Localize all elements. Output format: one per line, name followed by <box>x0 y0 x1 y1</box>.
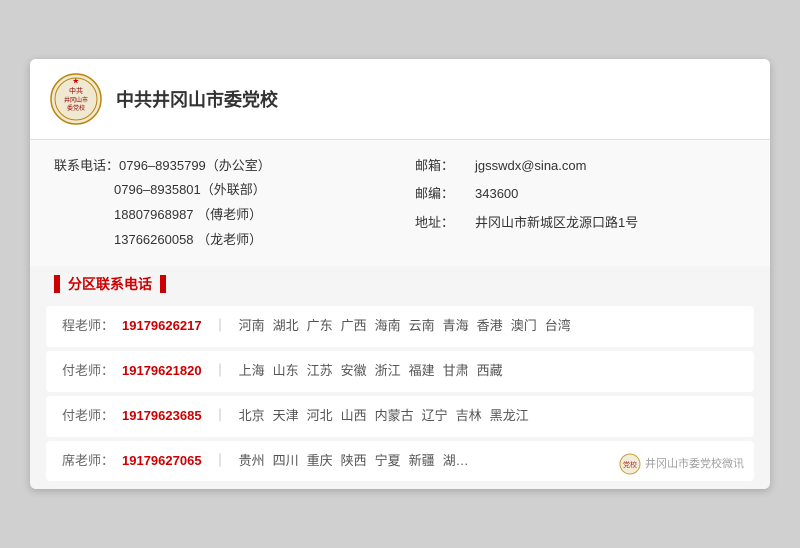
email-label: 邮箱： <box>415 154 475 179</box>
svg-text:井冈山市: 井冈山市 <box>64 96 88 104</box>
main-card: 中共 井冈山市 委党校 中共井冈山市委党校 联系电话： 0796–8935799… <box>30 59 770 490</box>
phone-value-3: 18807968987 （傅老师） <box>114 207 262 222</box>
divider-section: 分区联系电话 <box>30 266 770 302</box>
region-row-2: 付老师： 19179623685 ｜ 北京 天津 河北 山西 内蒙古 辽宁 吉林… <box>46 396 754 437</box>
divider-text: 分区联系电话 <box>68 274 152 294</box>
divider-bar-right <box>160 275 166 293</box>
contact-left: 联系电话： 0796–8935799（办公室） 0796–8935801（外联部… <box>54 154 385 253</box>
teacher-phone-3: 19179627065 <box>122 451 202 472</box>
phone-value-1: 0796–8935799（办公室） <box>119 154 271 179</box>
address-row: 地址： 井冈山市新城区龙源口路1号 <box>415 211 746 236</box>
separator-1: ｜ <box>214 361 227 382</box>
regions-3: 贵州 四川 重庆 陕西 宁夏 新疆 湖… <box>239 451 469 472</box>
teacher-phone-1: 19179621820 <box>122 361 202 382</box>
teacher-phone-0: 19179626217 <box>122 316 202 337</box>
separator-2: ｜ <box>214 406 227 427</box>
teacher-name-2: 付老师： <box>62 406 114 427</box>
separator-0: ｜ <box>214 316 227 337</box>
svg-text:委党校: 委党校 <box>67 104 85 112</box>
phone-value-4: 13766260058 （龙老师） <box>114 232 262 247</box>
phone-value-2: 0796–8935801（外联部） <box>114 182 266 197</box>
phone-row-2: 0796–8935801（外联部） <box>54 178 385 203</box>
region-row-1: 付老师： 19179621820 ｜ 上海 山东 江苏 安徽 浙江 福建 甘肃 … <box>46 351 754 392</box>
regions-1: 上海 山东 江苏 安徽 浙江 福建 甘肃 西藏 <box>239 361 503 382</box>
contact-right: 邮箱： jgsswdx@sina.com 邮编： 343600 地址： 井冈山市… <box>415 154 746 253</box>
watermark-text: 井冈山市委党校微讯 <box>645 456 744 474</box>
region-row-0: 程老师： 19179626217 ｜ 河南 湖北 广东 广西 海南 云南 青海 … <box>46 306 754 347</box>
teacher-phone-2: 19179623685 <box>122 406 202 427</box>
phone-label: 联系电话： <box>54 154 119 179</box>
postcode-row: 邮编： 343600 <box>415 182 746 207</box>
postcode-value: 343600 <box>475 182 518 207</box>
phone-row-3: 18807968987 （傅老师） <box>54 203 385 228</box>
email-value: jgsswdx@sina.com <box>475 154 586 179</box>
address-label: 地址： <box>415 211 475 236</box>
teacher-name-1: 付老师： <box>62 361 114 382</box>
separator-3: ｜ <box>214 451 227 472</box>
regions-2: 北京 天津 河北 山西 内蒙古 辽宁 吉林 黑龙江 <box>239 406 529 427</box>
school-logo-icon: 中共 井冈山市 委党校 <box>50 73 102 125</box>
address-value: 井冈山市新城区龙源口路1号 <box>475 211 638 236</box>
region-row-3: 席老师： 19179627065 ｜ 贵州 四川 重庆 陕西 宁夏 新疆 湖… … <box>46 441 754 482</box>
svg-text:中共: 中共 <box>69 86 83 95</box>
postcode-label: 邮编： <box>415 182 475 207</box>
email-row: 邮箱： jgsswdx@sina.com <box>415 154 746 179</box>
phone-row-1: 联系电话： 0796–8935799（办公室） <box>54 154 385 179</box>
regions-0: 河南 湖北 广东 广西 海南 云南 青海 香港 澳门 台湾 <box>239 316 571 337</box>
contact-section: 联系电话： 0796–8935799（办公室） 0796–8935801（外联部… <box>30 140 770 267</box>
teacher-name-0: 程老师： <box>62 316 114 337</box>
school-title: 中共井冈山市委党校 <box>116 86 278 112</box>
svg-text:党校: 党校 <box>623 460 637 469</box>
watermark-logo-icon: 党校 <box>619 453 641 475</box>
header-section: 中共 井冈山市 委党校 中共井冈山市委党校 <box>30 59 770 140</box>
phone-row-4: 13766260058 （龙老师） <box>54 228 385 253</box>
teacher-name-3: 席老师： <box>62 451 114 472</box>
watermark-overlay: 党校 井冈山市委党校微讯 <box>619 453 744 475</box>
divider-bar-left <box>54 275 60 293</box>
